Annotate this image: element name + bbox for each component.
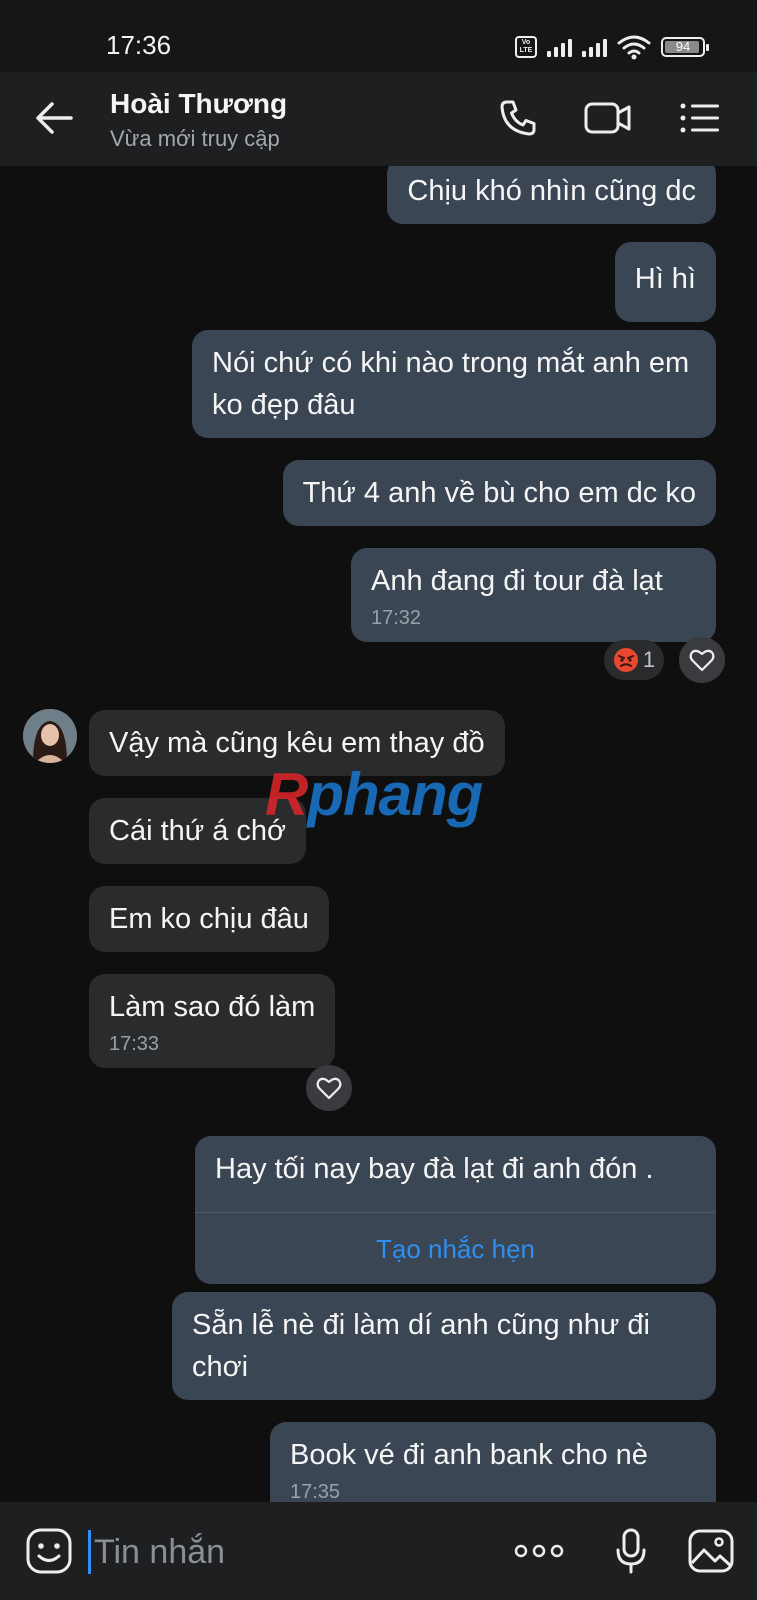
message-bubble-outgoing[interactable]: Book vé đi anh bank cho nè 17:35: [270, 1422, 716, 1502]
message-text: Hay tối nay bay đà lạt đi anh đón .: [215, 1153, 654, 1185]
message-text: Thứ 4 anh về bù cho em dc ko: [302, 477, 696, 509]
more-options-icon: [514, 1544, 564, 1558]
status-icons: Vo LTE 94: [515, 34, 709, 60]
battery-icon: 94: [661, 37, 709, 57]
heart-icon: [316, 1077, 342, 1100]
angry-face-icon: [613, 648, 638, 672]
message-text: Hì hì: [634, 263, 696, 295]
message-text: Cái thứ á chớ: [109, 815, 287, 847]
status-time: 17:36: [106, 30, 172, 60]
volte-icon: Vo LTE: [515, 36, 537, 58]
text-cursor: [88, 1530, 91, 1574]
emoji-sticker-icon: [26, 1528, 72, 1574]
video-call-icon: [584, 102, 631, 134]
contact-status: Vừa mới truy cập: [110, 126, 280, 151]
message-text: Vậy mà cũng kêu em thay đồ: [109, 727, 485, 759]
message-text: Chịu khó nhìn cũng dc: [407, 175, 696, 207]
message-bubble-outgoing[interactable]: Nói chứ có khi nào trong mắt anh em ko đ…: [192, 330, 716, 438]
chat-header: Hoài Thương Vừa mới truy cập: [0, 72, 757, 166]
back-arrow-icon: [36, 102, 73, 134]
signal-icon: [547, 37, 572, 57]
message-text: Anh đang đi tour đà lạt: [371, 565, 663, 597]
message-input[interactable]: [94, 1526, 474, 1578]
react-button[interactable]: [306, 1065, 352, 1111]
reaction-summary[interactable]: 1: [604, 640, 664, 680]
message-text: Em ko chịu đâu: [109, 903, 309, 935]
heart-icon: [689, 649, 715, 672]
message-bubble-incoming[interactable]: Em ko chịu đâu: [89, 886, 329, 952]
contact-name[interactable]: Hoài Thương: [110, 88, 287, 120]
menu-list-icon: [680, 103, 719, 133]
message-time: 17:35: [290, 1481, 341, 1502]
voice-record-button[interactable]: [606, 1526, 656, 1576]
message-list[interactable]: Chịu khó nhìn cũng dc Hì hì Nói chứ có k…: [0, 166, 757, 1502]
reaction-count: 1: [642, 647, 656, 672]
video-call-button[interactable]: [584, 94, 632, 142]
message-bubble-outgoing[interactable]: Thứ 4 anh về bù cho em dc ko: [282, 460, 716, 526]
message-bubble-outgoing[interactable]: Anh đang đi tour đà lạt 17:32: [351, 548, 716, 642]
avatar-image: [23, 709, 77, 763]
send-image-button[interactable]: [686, 1526, 736, 1576]
voice-call-button[interactable]: [494, 94, 542, 142]
message-text: Book vé đi anh bank cho nè: [290, 1439, 648, 1471]
message-bubble-outgoing[interactable]: Hay tối nay bay đà lạt đi anh đón . Tạo …: [195, 1136, 716, 1284]
message-bubble-outgoing[interactable]: Hì hì: [614, 242, 716, 322]
react-button[interactable]: [679, 637, 725, 683]
message-text: Sẵn lễ nè đi làm dí anh cũng như đi chơi: [192, 1309, 650, 1383]
back-button[interactable]: [30, 94, 78, 142]
menu-button[interactable]: [676, 94, 724, 142]
create-reminder-button[interactable]: Tạo nhắc hẹn: [195, 1212, 716, 1284]
message-bubble-outgoing[interactable]: Sẵn lễ nè đi làm dí anh cũng như đi chơi: [172, 1292, 716, 1400]
message-bubble-incoming[interactable]: Làm sao đó làm 17:33: [89, 974, 336, 1068]
phone-icon: [500, 100, 536, 136]
message-bubble-outgoing[interactable]: Chịu khó nhìn cũng dc: [387, 166, 716, 224]
message-text: Nói chứ có khi nào trong mắt anh em ko đ…: [212, 347, 690, 421]
message-time: 17:32: [371, 607, 422, 629]
message-composer: [0, 1502, 757, 1600]
watermark-logo: Rphang: [265, 761, 483, 828]
battery-level: 94: [675, 39, 691, 54]
message-time: 17:33: [109, 1033, 160, 1055]
contact-avatar[interactable]: [23, 709, 77, 763]
emoji-button[interactable]: [24, 1526, 74, 1576]
image-icon: [688, 1529, 734, 1573]
wifi-icon: [617, 35, 651, 60]
signal-icon: [582, 37, 607, 57]
status-bar: 17:36 Vo LTE 94: [0, 0, 757, 72]
more-options-button[interactable]: [514, 1526, 564, 1576]
message-text: Làm sao đó làm: [109, 991, 316, 1023]
microphone-icon: [616, 1528, 646, 1574]
